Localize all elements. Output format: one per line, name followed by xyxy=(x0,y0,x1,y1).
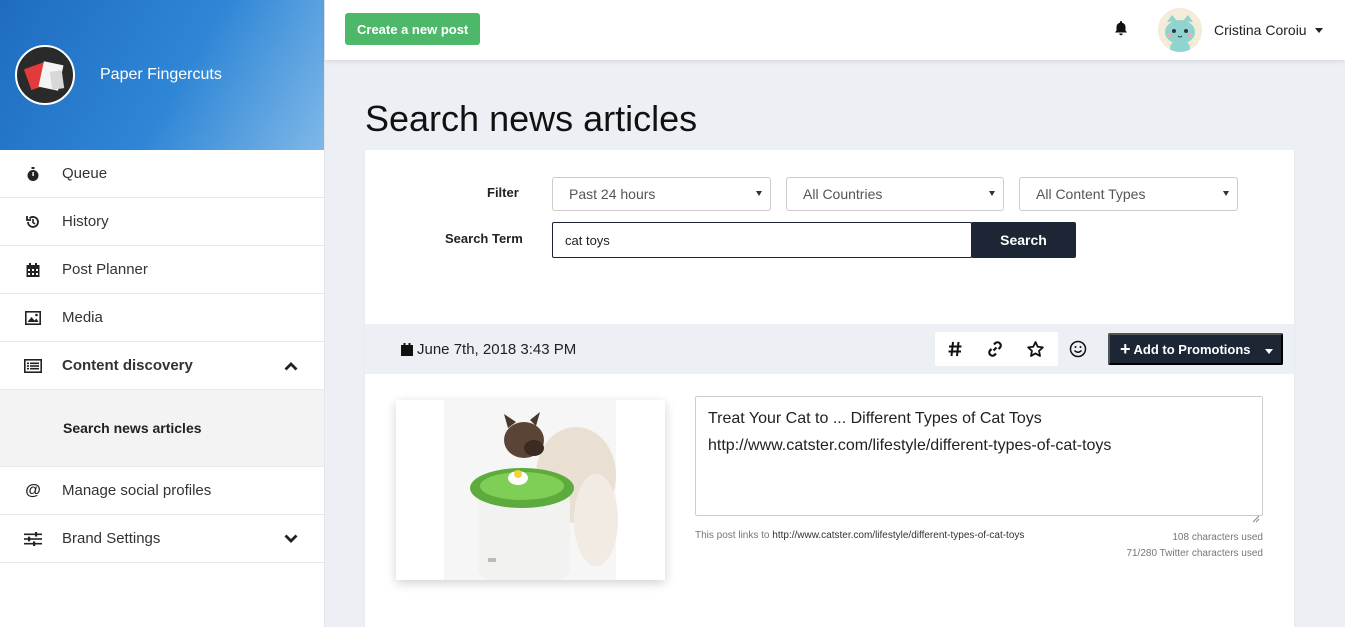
topbar: Create a new post Cristina Coroiu xyxy=(325,0,1345,60)
time-filter-select[interactable]: Past 24 hours xyxy=(552,177,771,211)
article-header: June 7th, 2018 3:43 PM + Add to Promotio… xyxy=(365,324,1294,374)
sidebar-item-queue[interactable]: Queue xyxy=(0,150,324,198)
sidebar-item-label: Post Planner xyxy=(62,261,148,278)
character-counts: 108 characters used 71/280 Twitter chara… xyxy=(1126,530,1263,562)
post-text-line2: http://www.catster.com/lifestyle/differe… xyxy=(708,437,1112,454)
brand-name: Paper Fingercuts xyxy=(100,66,222,83)
caret-down-icon[interactable] xyxy=(1265,349,1273,354)
brand-logo xyxy=(15,45,75,105)
avatar[interactable] xyxy=(1158,8,1202,52)
link-icon[interactable] xyxy=(975,332,1015,366)
add-to-promotions-label: Add to Promotions xyxy=(1133,341,1251,357)
calendar-icon xyxy=(401,343,413,356)
sidebar-subitem-label: Search news articles xyxy=(63,420,202,436)
sliders-icon xyxy=(24,530,42,548)
chevron-down-icon[interactable] xyxy=(284,531,298,548)
dropdown-arrow-icon xyxy=(756,191,762,196)
article-date-text: June 7th, 2018 3:43 PM xyxy=(417,341,577,358)
time-filter-value: Past 24 hours xyxy=(569,186,656,202)
post-links-prefix: This post links to xyxy=(695,530,770,541)
image-icon xyxy=(24,309,42,327)
stopwatch-icon xyxy=(24,165,42,183)
sidebar-item-label: History xyxy=(62,213,109,230)
post-links-info: This post links to http://www.catster.co… xyxy=(695,530,1024,541)
sidebar-item-history[interactable]: History xyxy=(0,198,324,246)
at-icon: @ xyxy=(25,481,41,499)
sidebar-item-label: Brand Settings xyxy=(62,530,161,547)
chevron-up-icon[interactable] xyxy=(284,358,298,375)
star-icon[interactable] xyxy=(1015,332,1055,366)
sidebar-item-label: Media xyxy=(62,309,103,326)
plus-icon: + xyxy=(1120,339,1131,359)
dropdown-arrow-icon xyxy=(989,191,995,196)
calendar-icon xyxy=(24,261,42,279)
dropdown-arrow-icon xyxy=(1223,191,1229,196)
content-type-filter-value: All Content Types xyxy=(1036,186,1146,202)
create-post-button[interactable]: Create a new post xyxy=(345,13,481,45)
user-name[interactable]: Cristina Coroiu xyxy=(1214,22,1307,38)
sidebar-item-media[interactable]: Media xyxy=(0,294,324,342)
sidebar-item-brand-settings[interactable]: Brand Settings xyxy=(0,515,324,563)
sidebar-item-manage-social-profiles[interactable]: @ Manage social profiles xyxy=(0,467,324,515)
caret-down-icon[interactable] xyxy=(1315,28,1323,33)
filter-label: Filter xyxy=(487,185,519,200)
sidebar-item-content-discovery[interactable]: Content discovery xyxy=(0,342,324,390)
history-icon xyxy=(24,213,42,231)
twitter-chars-used: 71/280 Twitter characters used xyxy=(1126,548,1263,559)
content-type-filter-select[interactable]: All Content Types xyxy=(1019,177,1238,211)
hashtag-icon[interactable] xyxy=(935,332,975,366)
country-filter-select[interactable]: All Countries xyxy=(786,177,1004,211)
emoji-icon[interactable] xyxy=(1058,332,1098,366)
sidebar-item-label: Queue xyxy=(62,165,108,182)
post-text-line1: Treat Your Cat to ... Different Types of… xyxy=(708,410,1042,427)
country-filter-value: All Countries xyxy=(803,186,883,202)
search-button[interactable]: Search xyxy=(971,222,1076,258)
sidebar-item-post-planner[interactable]: Post Planner xyxy=(0,246,324,294)
brand-header[interactable]: Paper Fingercuts xyxy=(0,0,324,150)
list-icon xyxy=(24,357,42,375)
search-input[interactable] xyxy=(552,222,972,258)
chars-used: 108 characters used xyxy=(1172,532,1263,543)
resize-grip-icon[interactable] xyxy=(1252,505,1260,523)
post-link-url[interactable]: http://www.catster.com/lifestyle/differe… xyxy=(772,530,1024,541)
bell-icon[interactable] xyxy=(1114,20,1130,40)
post-text-area[interactable]: Treat Your Cat to ... Different Types of… xyxy=(695,396,1263,523)
add-to-promotions-button[interactable]: + Add to Promotions xyxy=(1108,333,1283,365)
search-card: Filter Past 24 hours All Countries All C… xyxy=(365,150,1294,627)
sidebar-item-label: Manage social profiles xyxy=(62,482,212,499)
sidebar: Paper Fingercuts Queue History Post Plan… xyxy=(0,0,325,627)
sidebar-subitem-search-news[interactable]: Search news articles xyxy=(0,390,324,467)
search-term-label: Search Term xyxy=(445,231,523,246)
page-title: Search news articles xyxy=(365,98,698,139)
article-date: June 7th, 2018 3:43 PM xyxy=(401,341,576,358)
sidebar-item-label: Content discovery xyxy=(62,357,193,374)
article-image[interactable] xyxy=(396,400,665,580)
